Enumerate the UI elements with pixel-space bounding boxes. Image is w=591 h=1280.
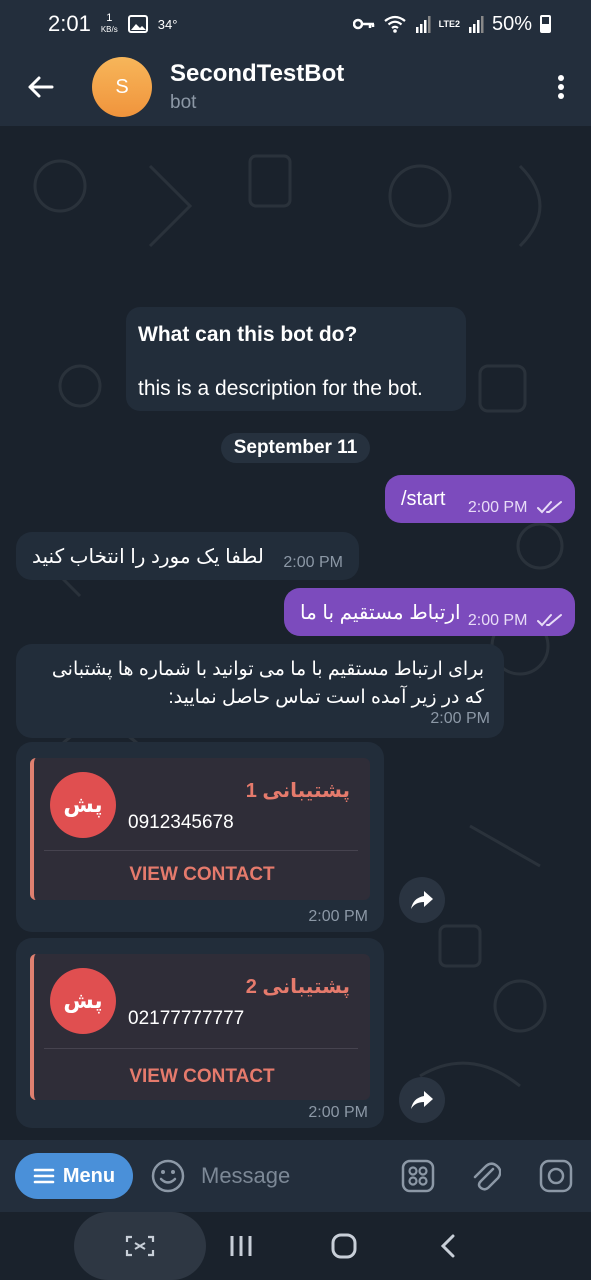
signal-icon-2: [468, 16, 484, 33]
menu-icon: [33, 1168, 55, 1184]
contact-message[interactable]: پش پشتیبانی 1 0912345678 VIEW CONTACT 2:…: [16, 742, 384, 932]
contact-avatar: پش: [50, 772, 116, 838]
battery-percent: 50%: [491, 12, 532, 35]
camera-button[interactable]: [539, 1159, 573, 1193]
recent-apps-icon: [230, 1236, 252, 1256]
chat-title: SecondTestBot: [170, 60, 345, 87]
contact-avatar-initials: پش: [63, 988, 103, 1013]
grid-icon: [401, 1159, 435, 1193]
view-contact-button[interactable]: VIEW CONTACT: [34, 864, 370, 886]
screenshot-icon: [125, 1235, 155, 1257]
message-text-line: برای ارتباط مستقیم با ما می توانید با شم…: [51, 659, 484, 680]
contact-avatar-initials: پش: [63, 792, 103, 817]
net-speed-unit: KB/s: [100, 25, 118, 34]
menu-button[interactable]: Menu: [15, 1153, 133, 1199]
share-button[interactable]: [399, 877, 445, 923]
key-icon: [352, 18, 374, 30]
system-nav-bar: [0, 1212, 591, 1280]
contact-name: پشتیبانی 2: [245, 976, 350, 998]
net-speed-value: 1: [106, 12, 113, 24]
message-text: ارتباط مستقیم با ما: [300, 602, 461, 624]
home-button[interactable]: [331, 1233, 357, 1264]
date-separator: September 11: [221, 433, 370, 463]
bot-commands-button[interactable]: [401, 1159, 435, 1193]
message-time: 2:00 PM: [283, 554, 343, 571]
bot-info-card: What can this bot do? this is a descript…: [126, 307, 466, 411]
attach-button[interactable]: [471, 1159, 501, 1193]
message-time: 2:00 PM: [467, 499, 528, 516]
net-speed-indicator: 1 KB/s: [101, 13, 118, 35]
message-time: 2:00 PM: [308, 1104, 368, 1121]
message-bubble-incoming[interactable]: برای ارتباط مستقیم با ما می توانید با شم…: [16, 644, 504, 738]
message-time: 2:00 PM: [430, 710, 490, 727]
temperature: 34°: [157, 16, 178, 32]
double-check-icon: [537, 613, 562, 627]
bot-avatar[interactable]: S: [92, 57, 152, 117]
battery-icon: [540, 15, 551, 33]
nav-back-icon: [440, 1234, 455, 1258]
contact-card[interactable]: پش پشتیبانی 2 02177777777 VIEW CONTACT: [30, 954, 370, 1100]
message-bubble-outgoing[interactable]: /start 2:00 PM: [385, 475, 575, 523]
share-arrow-icon: [411, 891, 433, 909]
bot-info-title: What can this bot do?: [138, 323, 358, 346]
view-contact-button[interactable]: VIEW CONTACT: [34, 1066, 370, 1088]
chat-area[interactable]: What can this bot do? this is a descript…: [0, 126, 591, 1140]
message-text-line: که در زیر آمده است تماس حاصل نمایید:: [168, 687, 484, 708]
contact-phone: 0912345678: [128, 812, 234, 833]
chat-info[interactable]: SecondTestBot bot: [170, 60, 344, 114]
signal-icon: [415, 16, 431, 33]
screenshot-button[interactable]: [74, 1212, 206, 1280]
network-label: LTE2: [438, 19, 460, 29]
divider: [44, 1048, 358, 1049]
paperclip-icon: [473, 1162, 501, 1191]
menu-label: Menu: [62, 1164, 116, 1187]
contact-avatar: پش: [50, 968, 116, 1034]
bot-info-text: this is a description for the bot.: [138, 377, 423, 400]
message-text: لطفا یک مورد را انتخاب کنید: [32, 546, 264, 568]
divider: [44, 850, 358, 851]
gallery-icon: [127, 15, 148, 33]
contact-card[interactable]: پش پشتیبانی 1 0912345678 VIEW CONTACT: [30, 758, 370, 900]
back-button[interactable]: [0, 48, 80, 126]
emoji-button[interactable]: [151, 1159, 185, 1193]
emoji-icon: [151, 1159, 185, 1193]
chat-header: S SecondTestBot bot: [0, 48, 591, 126]
double-check-icon: [537, 500, 562, 514]
message-input-bar: Menu: [0, 1140, 591, 1212]
more-options-button[interactable]: [531, 48, 591, 126]
more-vertical-icon: [558, 75, 564, 99]
wifi-icon: [383, 15, 406, 33]
home-icon: [331, 1233, 357, 1259]
nav-back-button[interactable]: [440, 1234, 456, 1263]
contact-phone: 02177777777: [128, 1008, 245, 1029]
recent-apps-button[interactable]: [229, 1234, 253, 1263]
status-bar: 2:01 1 KB/s 34° LTE2 50%: [0, 0, 591, 48]
back-arrow-icon: [28, 76, 54, 98]
share-button[interactable]: [399, 1077, 445, 1123]
avatar-letter: S: [115, 75, 129, 98]
share-arrow-icon: [411, 1091, 433, 1109]
message-time: 2:00 PM: [467, 612, 528, 629]
chat-subtitle: bot: [170, 92, 197, 113]
status-time: 2:01: [48, 11, 91, 36]
contact-name: پشتیبانی 1: [245, 780, 350, 802]
message-time: 2:00 PM: [308, 908, 368, 925]
message-bubble-outgoing[interactable]: ارتباط مستقیم با ما 2:00 PM: [284, 588, 575, 636]
camera-icon: [539, 1159, 573, 1193]
message-text: /start: [401, 488, 446, 510]
contact-message[interactable]: پش پشتیبانی 2 02177777777 VIEW CONTACT 2…: [16, 938, 384, 1128]
message-bubble-incoming[interactable]: لطفا یک مورد را انتخاب کنید 2:00 PM: [16, 532, 359, 580]
message-input[interactable]: [201, 1163, 381, 1189]
